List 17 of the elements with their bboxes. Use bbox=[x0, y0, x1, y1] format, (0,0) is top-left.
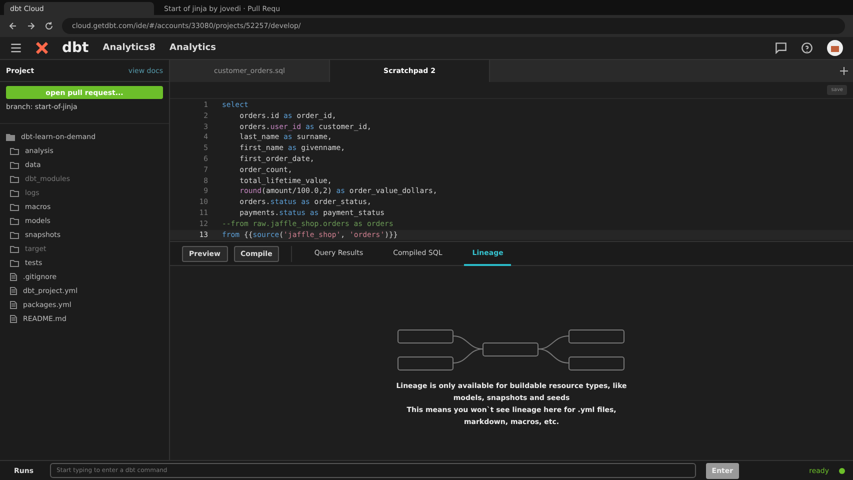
file-icon bbox=[10, 315, 17, 323]
status-dot bbox=[839, 468, 845, 474]
reload-icon[interactable] bbox=[44, 21, 54, 31]
add-icon[interactable] bbox=[839, 66, 849, 76]
menu-icon[interactable] bbox=[10, 42, 22, 54]
project-selector[interactable]: Analytics bbox=[170, 43, 216, 53]
file-icon bbox=[10, 273, 17, 281]
logo-icon bbox=[36, 42, 48, 54]
chat-icon[interactable] bbox=[775, 42, 787, 54]
help-icon[interactable] bbox=[801, 42, 813, 54]
file-icon bbox=[10, 287, 17, 295]
file-icon bbox=[10, 301, 17, 309]
account-selector[interactable]: Analytics8 bbox=[102, 43, 156, 53]
back-icon[interactable] bbox=[8, 21, 18, 31]
forward-icon[interactable] bbox=[26, 21, 36, 31]
avatar[interactable] bbox=[827, 40, 843, 56]
app-logo: dbt bbox=[62, 40, 89, 56]
